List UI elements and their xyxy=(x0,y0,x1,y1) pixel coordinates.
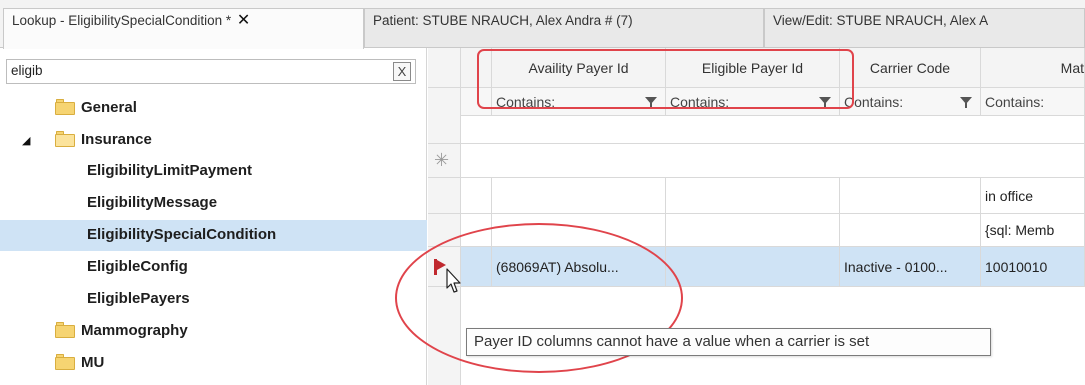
tree-item-eligible-payers[interactable]: EligiblePayers xyxy=(0,284,427,315)
search-value: eligib xyxy=(11,63,43,78)
folder-open-icon xyxy=(55,131,75,147)
close-icon[interactable]: ✕ xyxy=(237,9,250,33)
error-tooltip: Payer ID columns cannot have a value whe… xyxy=(466,328,991,356)
tab-lookup-eligibility[interactable]: Lookup - EligibilitySpecialCondition * ✕ xyxy=(3,8,364,49)
tree-item-label: EligibilityMessage xyxy=(87,194,218,211)
grid-spacer-row xyxy=(461,116,1085,144)
table-cell[interactable] xyxy=(492,178,666,214)
tab-label: Lookup - EligibilitySpecialCondition * xyxy=(12,13,232,28)
tree-item-label: MU xyxy=(81,354,105,371)
table-cell[interactable] xyxy=(666,214,840,247)
new-row[interactable] xyxy=(461,144,1085,178)
tab-label: View/Edit: STUBE NRAUCH, Alex A xyxy=(773,13,989,28)
table-cell[interactable] xyxy=(666,178,840,214)
tab-strip: Lookup - EligibilitySpecialCondition * ✕… xyxy=(0,0,1085,49)
filter-label: Contains: xyxy=(985,94,1045,110)
tree-item-label: General xyxy=(81,99,137,116)
table-cell[interactable] xyxy=(840,214,981,247)
table-cell[interactable]: 10010010 xyxy=(981,247,1085,287)
table-cell[interactable] xyxy=(666,247,840,287)
funnel-icon[interactable] xyxy=(960,97,972,108)
tree-item-mammography[interactable]: Mammography xyxy=(0,316,427,347)
tree-item-label: Mammography xyxy=(81,322,188,339)
tree-item-label: EligibilitySpecialCondition xyxy=(87,226,277,243)
tree-item-label: EligibilityLimitPayment xyxy=(87,162,253,179)
tree-item-label: Insurance xyxy=(81,131,152,148)
tree-item-insurance[interactable]: ◢ Insurance xyxy=(0,125,427,156)
column-header-carrier-code[interactable]: Carrier Code xyxy=(840,48,981,88)
tab-view-edit[interactable]: View/Edit: STUBE NRAUCH, Alex A xyxy=(764,8,1085,48)
clear-search-button[interactable]: X xyxy=(393,62,411,81)
folder-icon xyxy=(55,99,75,115)
new-row-asterisk-icon: ✳ xyxy=(434,150,450,170)
expand-arrow-icon[interactable]: ◢ xyxy=(22,134,30,147)
tree-item-mu[interactable]: MU xyxy=(0,348,427,379)
tree-item-eligible-config[interactable]: EligibleConfig xyxy=(0,252,427,283)
column-header-mat[interactable]: Mat xyxy=(981,48,1085,88)
table-cell[interactable]: {sql: Memb xyxy=(981,214,1085,247)
table-cell[interactable]: in office xyxy=(981,178,1085,214)
search-input[interactable]: eligib X xyxy=(6,59,416,84)
table-cell[interactable] xyxy=(840,178,981,214)
folder-icon xyxy=(55,354,75,370)
folder-icon xyxy=(55,322,75,338)
tree-item-eligibility-message[interactable]: EligibilityMessage xyxy=(0,188,427,219)
tree-item-general[interactable]: General xyxy=(0,93,427,124)
tab-patient[interactable]: Patient: STUBE NRAUCH, Alex Andra # (7) xyxy=(364,8,764,48)
table-row-indicator xyxy=(461,178,492,214)
tree-item-eligibility-special-condition[interactable]: EligibilitySpecialCondition xyxy=(0,220,427,251)
tab-label: Patient: STUBE NRAUCH, Alex Andra # (7) xyxy=(373,13,633,28)
filter-carrier-code[interactable]: Contains: xyxy=(840,88,981,116)
payer-id-columns-highlight xyxy=(477,49,854,109)
tree-item-eligibility-limit-payment[interactable]: EligibilityLimitPayment xyxy=(0,156,427,187)
grid-row-header: ✳ xyxy=(428,144,461,178)
grid-row-header xyxy=(428,88,461,144)
tree-item-label: EligiblePayers xyxy=(87,290,190,307)
tree-item-label: EligibleConfig xyxy=(87,258,188,275)
grid-row-header xyxy=(428,178,461,214)
lookup-tree-panel: eligib X General ◢ Insurance Eligibility… xyxy=(0,48,427,385)
grid-corner xyxy=(428,48,461,88)
filter-mat[interactable]: Contains: xyxy=(981,88,1085,116)
table-cell[interactable]: Inactive - 0100... xyxy=(840,247,981,287)
